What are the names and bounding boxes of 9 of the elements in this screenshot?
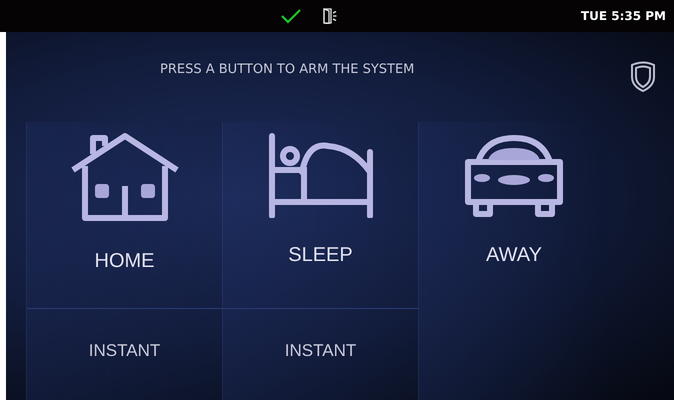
arm-mode-button[interactable]: SLEEP (223, 122, 418, 309)
shield-icon[interactable] (630, 60, 656, 92)
house-icon (68, 132, 180, 224)
bed-icon (268, 132, 374, 218)
instant-button[interactable]: INSTANT (223, 309, 418, 393)
prompt-text: PRESS A BUTTON TO ARM THE SYSTEM (160, 62, 414, 79)
status-time: TUE 5:35 PM (580, 9, 666, 23)
arm-mode-button[interactable]: HOME (27, 122, 222, 309)
instant-button[interactable]: INSTANT (27, 309, 222, 393)
